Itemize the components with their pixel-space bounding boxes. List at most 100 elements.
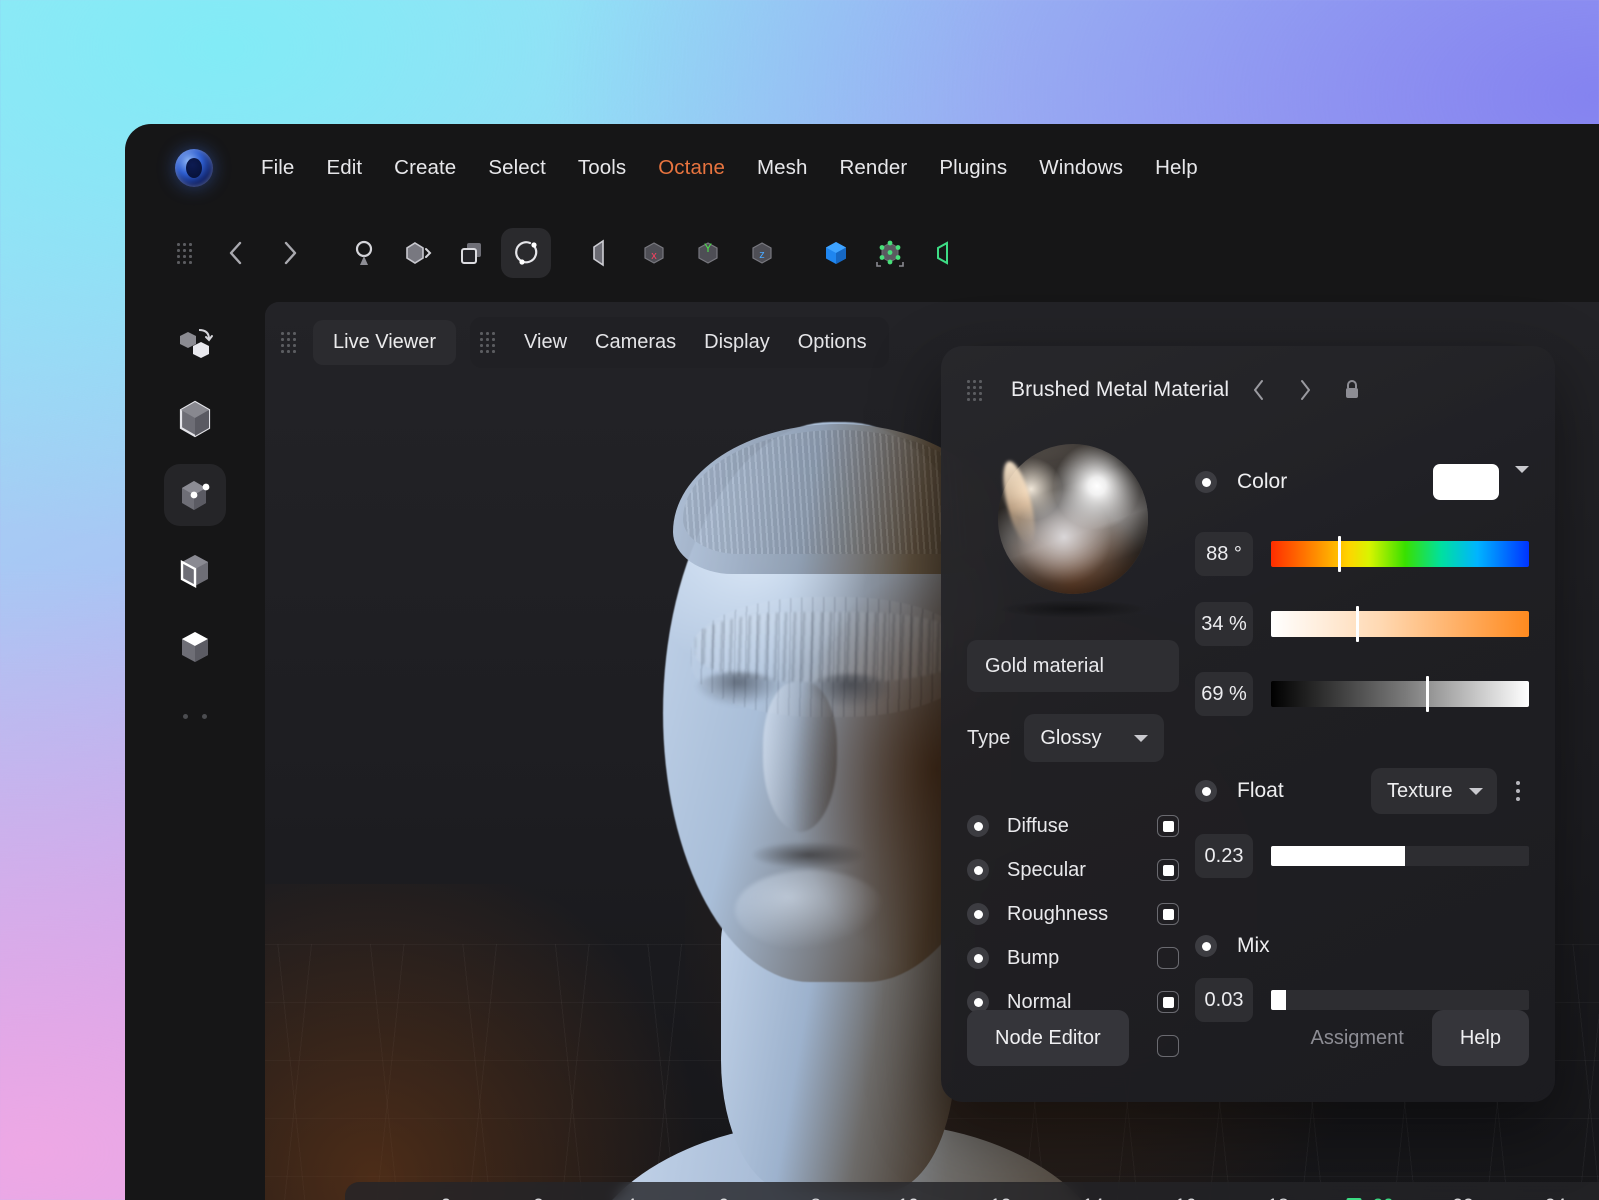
viewport-menu-display[interactable]: Display (690, 322, 784, 363)
timeline-label-18[interactable]: 18 (1268, 1196, 1289, 1200)
saturation-slider-handle[interactable] (1356, 606, 1360, 642)
channel-checkbox-diffuse[interactable] (1157, 815, 1179, 837)
menu-item-create[interactable]: Create (378, 148, 472, 188)
float-slider[interactable] (1271, 846, 1529, 866)
rail-item-edge-mode[interactable] (164, 540, 226, 602)
viewport-menu-options[interactable]: Options (784, 322, 881, 363)
hue-value[interactable]: 88 ° (1195, 532, 1253, 576)
rotate-tool-icon[interactable] (501, 228, 551, 278)
color-dropdown-icon[interactable] (1515, 466, 1529, 491)
channel-checkbox-specular[interactable] (1157, 859, 1179, 881)
timeline-label-12[interactable]: 12 (990, 1196, 1011, 1200)
material-panel[interactable]: Brushed Metal Material Gold material Typ… (941, 346, 1555, 1102)
assignment-button[interactable]: Assigment (1282, 1010, 1431, 1066)
chevron-left-icon[interactable] (1243, 374, 1275, 406)
more-options-icon[interactable] (1507, 781, 1529, 801)
material-type-dropdown[interactable]: Glossy (1024, 714, 1165, 762)
channel-row-roughness[interactable]: Roughness (967, 892, 1179, 936)
help-button[interactable]: Help (1431, 1010, 1529, 1066)
edge-select-icon[interactable] (919, 228, 969, 278)
rail-overflow-dots[interactable] (183, 714, 207, 719)
menu-item-tools[interactable]: Tools (562, 148, 642, 188)
back-arrow-icon[interactable] (211, 228, 261, 278)
menu-item-select[interactable]: Select (472, 148, 562, 188)
menu-item-plugins[interactable]: Plugins (923, 148, 1023, 188)
hue-slider[interactable] (1271, 536, 1529, 572)
node-editor-button[interactable]: Node Editor (967, 1010, 1129, 1066)
channel-radio-roughness[interactable] (967, 903, 989, 925)
axis-z-lock-icon[interactable]: z (737, 228, 787, 278)
channel-row-specular[interactable]: Specular (967, 848, 1179, 892)
texture-dropdown[interactable]: Texture (1371, 768, 1497, 814)
timeline-label-20[interactable]: 20 (1373, 1196, 1394, 1200)
value-slider-handle[interactable] (1425, 676, 1429, 712)
lock-icon[interactable] (1335, 375, 1369, 405)
tab-live-viewer[interactable]: Live Viewer (313, 319, 457, 365)
timeline-track[interactable]: 02468101214161820222426 (393, 1182, 1599, 1200)
color-radio[interactable] (1195, 471, 1217, 493)
timeline-label-24[interactable]: 24 (1545, 1196, 1566, 1200)
timeline-label-6[interactable]: 6 (718, 1196, 729, 1200)
timeline-label-10[interactable]: 10 (898, 1196, 919, 1200)
object-mode-icon[interactable] (575, 228, 625, 278)
menu-item-windows[interactable]: Windows (1023, 148, 1139, 188)
material-name-input[interactable]: Gold material (967, 640, 1179, 692)
timeline-label-4[interactable]: 4 (626, 1196, 637, 1200)
timeline-label-16[interactable]: 16 (1175, 1196, 1196, 1200)
saturation-value[interactable]: 34 % (1195, 602, 1253, 646)
viewport-toolbar-drag-handle[interactable] (281, 332, 297, 353)
menu-item-render[interactable]: Render (823, 148, 923, 188)
float-value-row: 0.23 (1195, 834, 1529, 878)
rail-item-point-mode[interactable] (164, 464, 226, 526)
timeline-label-2[interactable]: 2 (533, 1196, 544, 1200)
rail-item-polygon-mode[interactable] (164, 616, 226, 678)
timeline-label-22[interactable]: 22 (1452, 1196, 1473, 1200)
mix-radio[interactable] (1195, 935, 1217, 957)
float-radio[interactable] (1195, 780, 1217, 802)
value-value[interactable]: 69 % (1195, 672, 1253, 716)
value-slider[interactable] (1271, 676, 1529, 712)
channel-radio-specular[interactable] (967, 859, 989, 881)
timeline-label-0[interactable]: 0 (441, 1196, 452, 1200)
menubar: File Edit Create Select Tools Octane Mes… (125, 124, 1599, 212)
mix-slider[interactable] (1271, 990, 1529, 1010)
toolbar-drag-handle[interactable] (177, 243, 193, 264)
channel-row-diffuse[interactable]: Diffuse (967, 804, 1179, 848)
timeline-label-8[interactable]: 8 (811, 1196, 822, 1200)
channel-checkbox-bump[interactable] (1157, 947, 1179, 969)
rail-item-model-mode[interactable] (164, 388, 226, 450)
material-panel-footer: Node Editor Assigment Help (967, 1010, 1529, 1066)
scale-tool-icon[interactable] (393, 228, 443, 278)
channel-checkbox-roughness[interactable] (1157, 903, 1179, 925)
move-tool-icon[interactable] (339, 228, 389, 278)
chevron-right-icon[interactable] (1289, 374, 1321, 406)
rail-item-object-mode[interactable] (164, 312, 226, 374)
color-swatch[interactable] (1433, 464, 1499, 500)
cube-primitive-icon[interactable] (811, 228, 861, 278)
channel-radio-bump[interactable] (967, 947, 989, 969)
menu-item-file[interactable]: File (245, 148, 310, 188)
menu-item-edit[interactable]: Edit (310, 148, 378, 188)
axis-y-lock-icon[interactable]: Y (683, 228, 733, 278)
sculpture-mouth (753, 842, 863, 868)
viewport-menu-view[interactable]: View (510, 322, 581, 363)
point-snap-icon[interactable] (865, 228, 915, 278)
menu-item-octane[interactable]: Octane (642, 148, 741, 188)
channel-row-bump[interactable]: Bump (967, 936, 1179, 980)
timeline[interactable]: 02468101214161820222426 (345, 1182, 1599, 1200)
duplicate-tool-icon[interactable] (447, 228, 497, 278)
menu-item-mesh[interactable]: Mesh (741, 148, 824, 188)
value-slider-row: 69 % (1195, 672, 1529, 716)
float-value[interactable]: 0.23 (1195, 834, 1253, 878)
hue-slider-handle[interactable] (1338, 536, 1342, 572)
timeline-label-14[interactable]: 14 (1083, 1196, 1104, 1200)
forward-arrow-icon[interactable] (265, 228, 315, 278)
channel-radio-diffuse[interactable] (967, 815, 989, 837)
axis-x-lock-icon[interactable]: x (629, 228, 679, 278)
viewport-menu-cameras[interactable]: Cameras (581, 322, 690, 363)
saturation-slider[interactable] (1271, 606, 1529, 642)
material-panel-drag-handle[interactable] (967, 380, 983, 401)
menu-item-help[interactable]: Help (1139, 148, 1214, 188)
viewport-menu-drag-handle[interactable] (480, 332, 496, 353)
material-preview-sphere[interactable] (998, 444, 1148, 594)
